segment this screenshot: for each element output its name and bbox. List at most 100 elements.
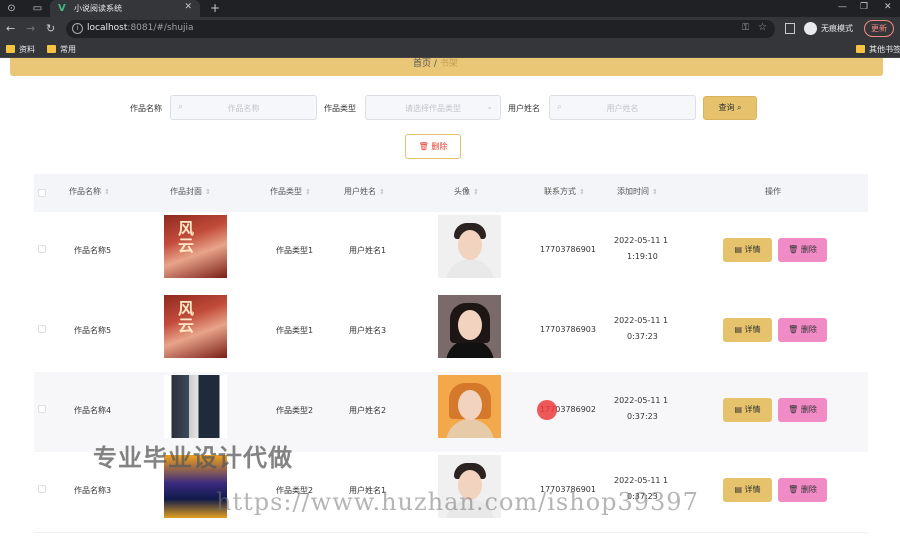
trash-icon: 🗑 (788, 485, 799, 494)
delete-button[interactable]: 🗑 删除 (778, 398, 827, 422)
mouse-cursor-highlight (537, 400, 557, 420)
avatar[interactable] (438, 215, 501, 278)
cover-image[interactable] (164, 375, 227, 438)
sort-icon: ⇕ (379, 188, 385, 196)
avatar[interactable] (438, 375, 501, 438)
folder-icon (47, 45, 56, 53)
key-icon[interactable]: ⚿ (742, 23, 749, 33)
table-header: 作品名称 ⇕ 作品封面 ⇕ 作品类型 ⇕ 用户姓名 ⇕ 头像 ⇕ 联系方式 ⇕ 添加时间 ⇕ … (34, 174, 868, 212)
site-info-icon[interactable]: i (72, 23, 83, 34)
minimize-icon[interactable]: — (838, 2, 847, 12)
cell-work-name: 作品名称5 (74, 326, 112, 335)
watermark-text: 专业毕业设计代做 (93, 444, 293, 472)
cell-work-name: 作品名称4 (74, 406, 112, 415)
search-icon: ⌕ (737, 103, 742, 112)
col-user-name[interactable]: 用户姓名 ⇕ (344, 186, 385, 197)
tab-close-icon[interactable]: ✕ (184, 2, 192, 12)
incognito-icon (804, 22, 817, 35)
folder-icon (6, 45, 15, 53)
document-icon: ▤ (734, 245, 742, 254)
sort-icon: ⇕ (579, 188, 585, 196)
bookmark-folder-other[interactable]: 其他书签 (856, 44, 900, 55)
cell-add-time-line2: 1:19:10 (627, 252, 658, 261)
cell-add-time-line1: 2022-05-11 1 (614, 396, 669, 405)
cell-add-time-line2: 0:37:23 (627, 332, 658, 341)
new-tab-icon[interactable]: + (210, 1, 220, 15)
window-close-icon[interactable]: ✕ (884, 2, 892, 12)
cell-add-time-line1: 2022-05-11 1 (614, 476, 669, 485)
row-checkbox[interactable] (38, 245, 46, 253)
col-avatar[interactable]: 头像 ⇕ (454, 186, 479, 197)
cover-image[interactable]: 风云 (164, 295, 227, 358)
delete-button[interactable]: 🗑 删除 (778, 478, 827, 502)
restore-icon[interactable]: ❐ (860, 2, 868, 12)
user-name-input[interactable]: ⌕ 用户姓名 (549, 95, 696, 120)
detail-button[interactable]: ▤ 详情 (723, 318, 772, 342)
sort-icon: ⇕ (305, 188, 311, 196)
forward-icon[interactable]: → (26, 22, 35, 35)
table-row: 作品名称5 风云 作品类型1 用户姓名3 17703786903 2022-05-11 1… (34, 292, 868, 373)
work-name-input[interactable]: ⌕ 作品名称 (170, 95, 317, 120)
batch-delete-button[interactable]: 🗑 删除 (405, 134, 461, 159)
breadcrumb-home[interactable]: 首页 (413, 59, 431, 69)
trash-icon: 🗑 (788, 405, 799, 414)
col-work-name[interactable]: 作品名称 ⇕ (69, 186, 110, 197)
cell-work-name: 作品名称3 (74, 486, 112, 495)
cell-work-type: 作品类型1 (276, 246, 314, 255)
update-button[interactable]: 更新 (864, 20, 894, 37)
sort-icon: ⇕ (473, 188, 479, 196)
trash-icon: 🗑 (788, 325, 799, 334)
cell-contact: 17703786903 (540, 325, 596, 334)
bookmark-folder[interactable]: 常用 (47, 44, 76, 55)
breadcrumb: 首页 / 书架 (10, 58, 883, 76)
chrome-menu-icon[interactable]: ⊙ (6, 3, 17, 14)
cell-user-name: 用户姓名3 (349, 326, 387, 335)
cell-add-time-line1: 2022-05-11 1 (614, 316, 669, 325)
address-bar[interactable]: i localhost:8081/#/shujia ⚿ ☆ (66, 20, 775, 38)
browser-tab-bar: ⊙ ▭ V 小说阅读系统 ✕ + — ❐ ✕ (0, 0, 900, 17)
bookmark-star-icon[interactable]: ☆ (758, 22, 767, 33)
cell-add-time-line2: 0:37:23 (627, 412, 658, 421)
bookmark-folder[interactable]: 资料 (6, 44, 35, 55)
user-name-label: 用户姓名 (508, 104, 540, 113)
avatar[interactable] (438, 295, 501, 358)
document-icon: ▤ (734, 325, 742, 334)
row-checkbox[interactable] (38, 325, 46, 333)
folder-icon (856, 45, 865, 53)
chevron-down-icon: ⌄ (486, 102, 493, 111)
col-actions: 操作 (765, 187, 781, 196)
sort-icon: ⇕ (205, 188, 211, 196)
work-name-label: 作品名称 (130, 104, 162, 113)
col-add-time[interactable]: 添加时间 ⇕ (617, 186, 658, 197)
detail-button[interactable]: ▤ 详情 (723, 398, 772, 422)
browser-tab-active[interactable]: V 小说阅读系统 ✕ (50, 0, 200, 17)
detail-button[interactable]: ▤ 详情 (723, 238, 772, 262)
delete-button[interactable]: 🗑 删除 (778, 318, 827, 342)
detail-button[interactable]: ▤ 详情 (723, 478, 772, 502)
document-icon: ▤ (734, 485, 742, 494)
select-all-checkbox[interactable] (38, 189, 46, 197)
row-checkbox[interactable] (38, 405, 46, 413)
work-type-select[interactable]: 请选择作品类型 ⌄ (365, 95, 501, 120)
work-type-label: 作品类型 (324, 104, 356, 113)
reload-icon[interactable]: ↻ (46, 22, 55, 35)
document-icon: ▤ (734, 405, 742, 414)
query-button[interactable]: 查询 ⌕ (703, 96, 757, 120)
trash-icon: 🗑 (788, 245, 799, 254)
cell-contact: 17703786901 (540, 245, 596, 254)
col-contact[interactable]: 联系方式 ⇕ (544, 186, 585, 197)
browser-toolbar: ← → ↻ i localhost:8081/#/shujia ⚿ ☆ 无痕模式… (0, 17, 900, 41)
row-checkbox[interactable] (38, 485, 46, 493)
browser-tab-title: 小说阅读系统 (74, 4, 122, 13)
tab-search-icon[interactable]: ▭ (32, 3, 43, 14)
back-icon[interactable]: ← (6, 22, 15, 35)
side-panel-icon[interactable] (785, 23, 795, 34)
cell-user-name: 用户姓名2 (349, 406, 387, 415)
cell-work-type: 作品类型1 (276, 326, 314, 335)
cell-work-name: 作品名称5 (74, 246, 112, 255)
col-work-type[interactable]: 作品类型 ⇕ (270, 186, 311, 197)
address-url: localhost:8081/#/shujia (87, 23, 194, 33)
cover-image[interactable]: 风云 (164, 215, 227, 278)
col-cover[interactable]: 作品封面 ⇕ (170, 186, 211, 197)
delete-button[interactable]: 🗑 删除 (778, 238, 827, 262)
